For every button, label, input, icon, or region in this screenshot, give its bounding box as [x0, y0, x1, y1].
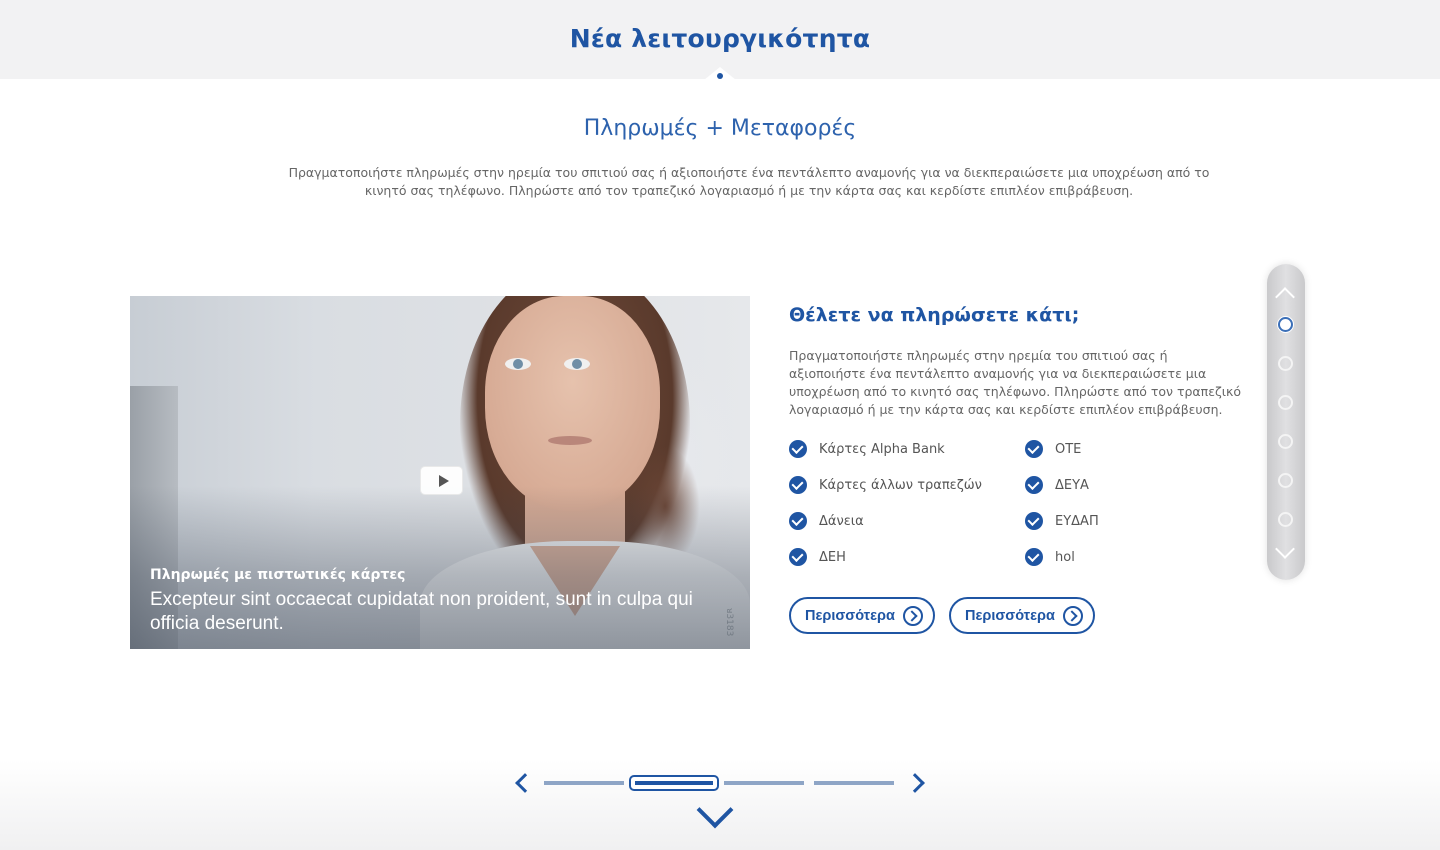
rail-dot-1[interactable] [1278, 317, 1293, 332]
more-button-1[interactable]: Περισσότερα [789, 597, 935, 634]
page: Νέα λειτουργικότητα Πληρωμές + Μεταφορές… [0, 0, 1440, 850]
list-item: ΔΕΥΑ [1025, 476, 1089, 494]
list-item: ΕΥΔΑΠ [1025, 512, 1099, 530]
video-thumbnail[interactable]: Πληρωμές με πιστωτικές κάρτες Excepteur … [130, 296, 750, 649]
portrait-eye-right [564, 358, 590, 370]
portrait-mouth [548, 436, 592, 445]
video-caption: Πληρωμές με πιστωτικές κάρτες Excepteur … [150, 566, 740, 636]
check-circle-icon [1025, 476, 1043, 494]
section-text: Πραγματοποιήστε πληρωμές στην ηρεμία του… [789, 348, 1241, 417]
portrait-eye-left [505, 358, 531, 370]
list-item: Κάρτες Alpha Bank [789, 440, 945, 458]
list-item-label: hol [1055, 549, 1075, 565]
chevron-down-icon[interactable] [1275, 539, 1295, 559]
image-code: ᴚ3183 [724, 608, 734, 637]
play-icon[interactable] [420, 466, 463, 495]
header-dot-icon [717, 73, 723, 79]
list-item: Δάνεια [789, 512, 864, 530]
check-circle-icon [1025, 512, 1043, 530]
more-button-label: Περισσότερα [805, 607, 895, 624]
check-circle-icon [789, 512, 807, 530]
check-circle-icon [789, 548, 807, 566]
list-item-label: ΔΕΗ [819, 549, 846, 565]
pager-slide-4[interactable] [814, 781, 894, 785]
chevron-up-icon[interactable] [1275, 287, 1295, 307]
list-item: ΟΤΕ [1025, 440, 1081, 458]
pager-slide-1[interactable] [544, 781, 624, 785]
chevron-right-circle-icon [902, 605, 923, 626]
rail-dot-2[interactable] [1278, 356, 1293, 371]
chevron-right-circle-icon [1062, 605, 1083, 626]
list-item-label: Κάρτες Alpha Bank [819, 441, 945, 457]
rail-dot-3[interactable] [1278, 395, 1293, 410]
check-circle-icon [1025, 440, 1043, 458]
portrait-face [485, 296, 660, 511]
section-navigation-rail [1267, 264, 1305, 580]
list-item-label: Δάνεια [819, 513, 864, 529]
rail-dot-5[interactable] [1278, 473, 1293, 488]
list-item-label: Κάρτες άλλων τραπεζών [819, 477, 982, 493]
list-item: Κάρτες άλλων τραπεζών [789, 476, 982, 494]
pager-slide-2[interactable] [629, 775, 719, 791]
list-item-label: ΔΕΥΑ [1055, 477, 1089, 493]
check-circle-icon [1025, 548, 1043, 566]
pager-slide-3[interactable] [724, 781, 804, 785]
check-circle-icon [789, 440, 807, 458]
more-button-label: Περισσότερα [965, 607, 1055, 624]
video-caption-text: Excepteur sint occaecat cupidatat non pr… [150, 589, 693, 634]
check-circle-icon [789, 476, 807, 494]
rail-dot-6[interactable] [1278, 512, 1293, 527]
list-item-label: ΕΥΔΑΠ [1055, 513, 1099, 529]
intro-text: Πραγματοποιήστε πληρωμές στην ηρεμία του… [288, 165, 1210, 198]
video-caption-title: Πληρωμές με πιστωτικές κάρτες [150, 567, 406, 583]
rail-dot-4[interactable] [1278, 434, 1293, 449]
list-item: ΔΕΗ [789, 548, 846, 566]
list-item-label: ΟΤΕ [1055, 441, 1082, 457]
page-title: Νέα λειτουργικότητα [569, 24, 871, 53]
section-heading: Θέλετε να πληρώσετε κάτι; [789, 304, 1080, 326]
section-subtitle: Πληρωμές + Μεταφορές [583, 116, 857, 141]
more-button-2[interactable]: Περισσότερα [949, 597, 1095, 634]
list-item: hol [1025, 548, 1075, 566]
